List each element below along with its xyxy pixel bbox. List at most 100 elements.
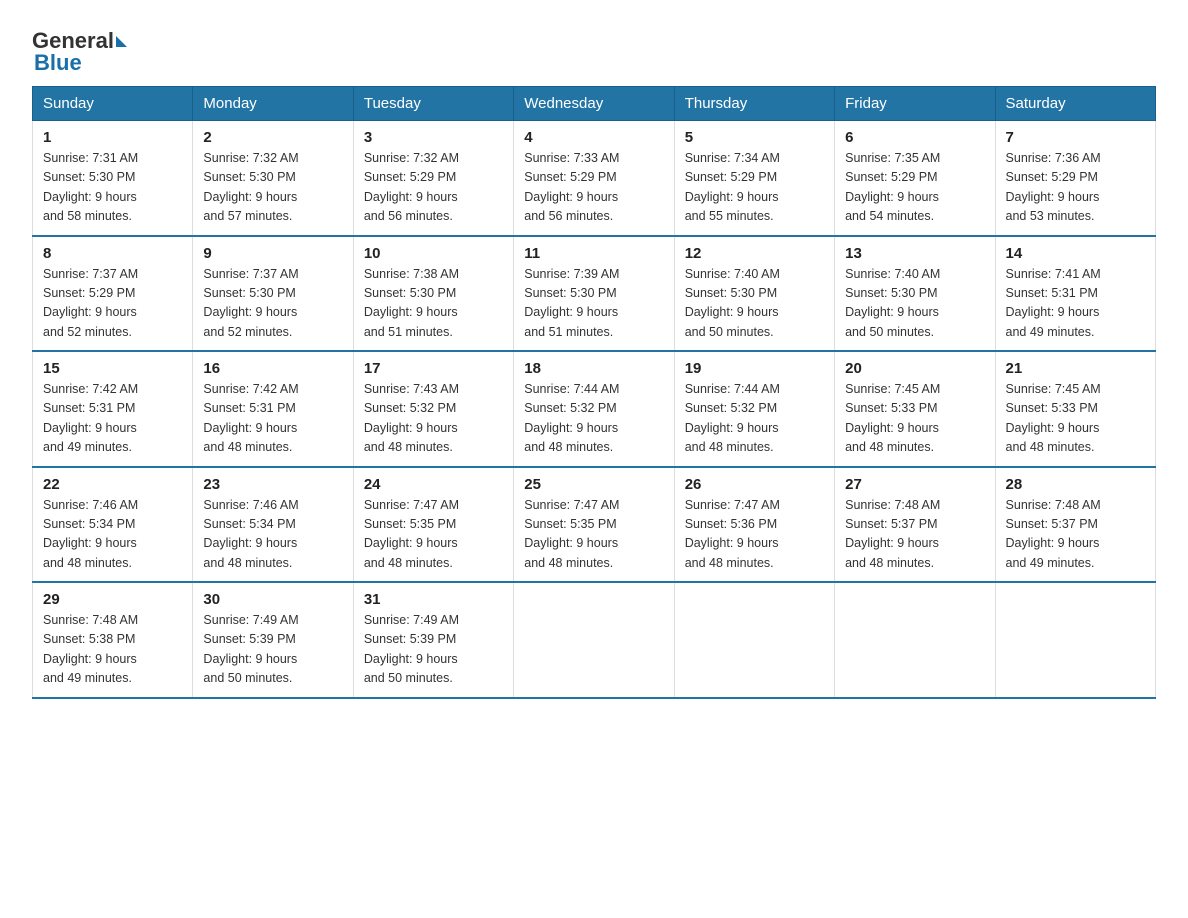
calendar-week-4: 22 Sunrise: 7:46 AMSunset: 5:34 PMDaylig… (33, 467, 1156, 583)
calendar-cell: 17 Sunrise: 7:43 AMSunset: 5:32 PMDaylig… (353, 351, 513, 467)
weekday-header-monday: Monday (193, 87, 353, 121)
calendar-cell: 16 Sunrise: 7:42 AMSunset: 5:31 PMDaylig… (193, 351, 353, 467)
day-number: 30 (203, 591, 342, 608)
page-header: General Blue (32, 24, 1156, 76)
day-number: 31 (364, 591, 503, 608)
calendar-cell (995, 582, 1155, 698)
calendar-cell: 10 Sunrise: 7:38 AMSunset: 5:30 PMDaylig… (353, 236, 513, 352)
day-info: Sunrise: 7:44 AMSunset: 5:32 PMDaylight:… (524, 382, 619, 454)
day-number: 27 (845, 476, 984, 493)
day-info: Sunrise: 7:32 AMSunset: 5:29 PMDaylight:… (364, 151, 459, 223)
logo: General Blue (32, 24, 129, 76)
day-info: Sunrise: 7:33 AMSunset: 5:29 PMDaylight:… (524, 151, 619, 223)
day-number: 15 (43, 360, 182, 377)
weekday-header-tuesday: Tuesday (353, 87, 513, 121)
calendar-cell: 20 Sunrise: 7:45 AMSunset: 5:33 PMDaylig… (835, 351, 995, 467)
calendar-cell: 28 Sunrise: 7:48 AMSunset: 5:37 PMDaylig… (995, 467, 1155, 583)
calendar-cell: 11 Sunrise: 7:39 AMSunset: 5:30 PMDaylig… (514, 236, 674, 352)
calendar-cell (674, 582, 834, 698)
day-info: Sunrise: 7:38 AMSunset: 5:30 PMDaylight:… (364, 267, 459, 339)
calendar-cell: 4 Sunrise: 7:33 AMSunset: 5:29 PMDayligh… (514, 121, 674, 236)
calendar-week-2: 8 Sunrise: 7:37 AMSunset: 5:29 PMDayligh… (33, 236, 1156, 352)
day-number: 9 (203, 245, 342, 262)
day-number: 8 (43, 245, 182, 262)
weekday-header-sunday: Sunday (33, 87, 193, 121)
calendar-cell: 22 Sunrise: 7:46 AMSunset: 5:34 PMDaylig… (33, 467, 193, 583)
day-info: Sunrise: 7:37 AMSunset: 5:29 PMDaylight:… (43, 267, 138, 339)
calendar-cell: 15 Sunrise: 7:42 AMSunset: 5:31 PMDaylig… (33, 351, 193, 467)
calendar-cell: 8 Sunrise: 7:37 AMSunset: 5:29 PMDayligh… (33, 236, 193, 352)
day-info: Sunrise: 7:43 AMSunset: 5:32 PMDaylight:… (364, 382, 459, 454)
calendar-cell: 29 Sunrise: 7:48 AMSunset: 5:38 PMDaylig… (33, 582, 193, 698)
calendar-week-5: 29 Sunrise: 7:48 AMSunset: 5:38 PMDaylig… (33, 582, 1156, 698)
calendar-cell: 7 Sunrise: 7:36 AMSunset: 5:29 PMDayligh… (995, 121, 1155, 236)
day-info: Sunrise: 7:36 AMSunset: 5:29 PMDaylight:… (1006, 151, 1101, 223)
day-number: 26 (685, 476, 824, 493)
day-info: Sunrise: 7:40 AMSunset: 5:30 PMDaylight:… (685, 267, 780, 339)
day-number: 20 (845, 360, 984, 377)
day-info: Sunrise: 7:40 AMSunset: 5:30 PMDaylight:… (845, 267, 940, 339)
calendar-cell: 12 Sunrise: 7:40 AMSunset: 5:30 PMDaylig… (674, 236, 834, 352)
calendar-cell: 13 Sunrise: 7:40 AMSunset: 5:30 PMDaylig… (835, 236, 995, 352)
day-number: 28 (1006, 476, 1145, 493)
calendar-cell (514, 582, 674, 698)
day-info: Sunrise: 7:49 AMSunset: 5:39 PMDaylight:… (203, 613, 298, 685)
day-info: Sunrise: 7:45 AMSunset: 5:33 PMDaylight:… (1006, 382, 1101, 454)
calendar-cell: 25 Sunrise: 7:47 AMSunset: 5:35 PMDaylig… (514, 467, 674, 583)
day-number: 24 (364, 476, 503, 493)
day-info: Sunrise: 7:41 AMSunset: 5:31 PMDaylight:… (1006, 267, 1101, 339)
day-number: 4 (524, 129, 663, 146)
day-number: 5 (685, 129, 824, 146)
calendar-cell: 6 Sunrise: 7:35 AMSunset: 5:29 PMDayligh… (835, 121, 995, 236)
day-info: Sunrise: 7:34 AMSunset: 5:29 PMDaylight:… (685, 151, 780, 223)
day-info: Sunrise: 7:49 AMSunset: 5:39 PMDaylight:… (364, 613, 459, 685)
calendar-week-1: 1 Sunrise: 7:31 AMSunset: 5:30 PMDayligh… (33, 121, 1156, 236)
calendar-cell (835, 582, 995, 698)
calendar-cell: 31 Sunrise: 7:49 AMSunset: 5:39 PMDaylig… (353, 582, 513, 698)
day-number: 21 (1006, 360, 1145, 377)
logo-blue-text: Blue (32, 50, 82, 76)
day-info: Sunrise: 7:39 AMSunset: 5:30 PMDaylight:… (524, 267, 619, 339)
calendar-cell: 18 Sunrise: 7:44 AMSunset: 5:32 PMDaylig… (514, 351, 674, 467)
calendar-cell: 21 Sunrise: 7:45 AMSunset: 5:33 PMDaylig… (995, 351, 1155, 467)
day-number: 17 (364, 360, 503, 377)
day-number: 7 (1006, 129, 1145, 146)
day-info: Sunrise: 7:37 AMSunset: 5:30 PMDaylight:… (203, 267, 298, 339)
day-number: 25 (524, 476, 663, 493)
day-number: 14 (1006, 245, 1145, 262)
day-number: 12 (685, 245, 824, 262)
calendar-cell: 19 Sunrise: 7:44 AMSunset: 5:32 PMDaylig… (674, 351, 834, 467)
day-info: Sunrise: 7:48 AMSunset: 5:37 PMDaylight:… (845, 498, 940, 570)
day-info: Sunrise: 7:44 AMSunset: 5:32 PMDaylight:… (685, 382, 780, 454)
calendar-table: SundayMondayTuesdayWednesdayThursdayFrid… (32, 86, 1156, 699)
day-number: 23 (203, 476, 342, 493)
calendar-cell: 1 Sunrise: 7:31 AMSunset: 5:30 PMDayligh… (33, 121, 193, 236)
day-info: Sunrise: 7:48 AMSunset: 5:38 PMDaylight:… (43, 613, 138, 685)
day-number: 3 (364, 129, 503, 146)
day-number: 10 (364, 245, 503, 262)
calendar-cell: 9 Sunrise: 7:37 AMSunset: 5:30 PMDayligh… (193, 236, 353, 352)
day-number: 1 (43, 129, 182, 146)
day-number: 18 (524, 360, 663, 377)
day-number: 22 (43, 476, 182, 493)
calendar-cell: 3 Sunrise: 7:32 AMSunset: 5:29 PMDayligh… (353, 121, 513, 236)
day-info: Sunrise: 7:46 AMSunset: 5:34 PMDaylight:… (43, 498, 138, 570)
day-number: 13 (845, 245, 984, 262)
day-info: Sunrise: 7:42 AMSunset: 5:31 PMDaylight:… (43, 382, 138, 454)
calendar-cell: 27 Sunrise: 7:48 AMSunset: 5:37 PMDaylig… (835, 467, 995, 583)
calendar-cell: 24 Sunrise: 7:47 AMSunset: 5:35 PMDaylig… (353, 467, 513, 583)
day-info: Sunrise: 7:46 AMSunset: 5:34 PMDaylight:… (203, 498, 298, 570)
day-info: Sunrise: 7:47 AMSunset: 5:36 PMDaylight:… (685, 498, 780, 570)
day-number: 16 (203, 360, 342, 377)
calendar-week-3: 15 Sunrise: 7:42 AMSunset: 5:31 PMDaylig… (33, 351, 1156, 467)
day-info: Sunrise: 7:47 AMSunset: 5:35 PMDaylight:… (364, 498, 459, 570)
weekday-header-row: SundayMondayTuesdayWednesdayThursdayFrid… (33, 87, 1156, 121)
calendar-cell: 26 Sunrise: 7:47 AMSunset: 5:36 PMDaylig… (674, 467, 834, 583)
day-info: Sunrise: 7:42 AMSunset: 5:31 PMDaylight:… (203, 382, 298, 454)
calendar-cell: 23 Sunrise: 7:46 AMSunset: 5:34 PMDaylig… (193, 467, 353, 583)
day-number: 19 (685, 360, 824, 377)
day-number: 11 (524, 245, 663, 262)
calendar-cell: 14 Sunrise: 7:41 AMSunset: 5:31 PMDaylig… (995, 236, 1155, 352)
day-info: Sunrise: 7:32 AMSunset: 5:30 PMDaylight:… (203, 151, 298, 223)
day-info: Sunrise: 7:48 AMSunset: 5:37 PMDaylight:… (1006, 498, 1101, 570)
